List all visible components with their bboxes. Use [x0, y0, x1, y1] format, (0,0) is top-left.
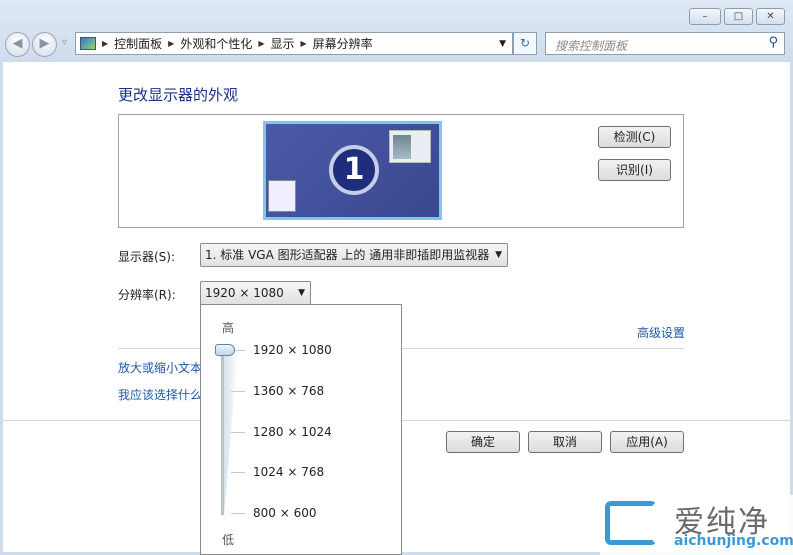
breadcrumb-display[interactable]: 显示: [271, 35, 295, 52]
detect-button[interactable]: 检测(C): [598, 126, 671, 148]
chevron-down-icon: ▼: [495, 250, 502, 260]
display-label: 显示器(S):: [118, 250, 176, 264]
display-select[interactable]: 1. 标准 VGA 图形适配器 上的 通用非即插即用监视器 ▼: [200, 243, 508, 267]
breadcrumb-appearance[interactable]: 外观和个性化: [180, 35, 252, 52]
back-button[interactable]: ◀: [5, 32, 30, 57]
watermark-url: aichunjing.com: [674, 533, 793, 549]
tick: [231, 432, 245, 433]
monitor-doc-icon: [268, 180, 296, 212]
breadcrumb-control-panel[interactable]: 控制面板: [114, 35, 162, 52]
text-size-link[interactable]: 放大或缩小文本: [118, 359, 202, 376]
resolution-select[interactable]: 1920 × 1080 ▼: [200, 281, 311, 305]
resolution-option[interactable]: 800 × 600: [253, 506, 317, 520]
maximize-button[interactable]: □: [724, 8, 753, 25]
tick: [231, 391, 245, 392]
low-label: 低: [222, 533, 235, 547]
search-icon[interactable]: ⚲: [768, 35, 778, 50]
help-choose-link[interactable]: 我应该选择什么: [118, 386, 202, 403]
cancel-button[interactable]: 取消: [528, 431, 602, 453]
minimize-button[interactable]: –: [689, 8, 721, 25]
monitor-1-thumbnail[interactable]: 1: [263, 121, 442, 220]
chevron-down-icon: ▼: [298, 288, 305, 298]
page-title: 更改显示器的外观: [118, 86, 239, 104]
slider-thumb[interactable]: [215, 344, 235, 356]
identify-button[interactable]: 识别(I): [598, 159, 671, 181]
resolution-option[interactable]: 1280 × 1024: [253, 425, 332, 439]
slider-track[interactable]: [221, 350, 224, 515]
close-button[interactable]: ✕: [756, 8, 785, 25]
resolution-label: 分辨率(R):: [118, 288, 176, 302]
advanced-settings-link[interactable]: 高级设置: [637, 324, 685, 341]
resolution-value: 1920 × 1080: [205, 286, 284, 300]
high-label: 高: [222, 321, 235, 335]
watermark-logo: 爱纯净 aichunjing.com: [600, 495, 793, 555]
resolution-option[interactable]: 1360 × 768: [253, 384, 324, 398]
resolution-popup: 高 1920 × 1080 1360 × 768 1280 × 1024 102…: [200, 304, 402, 555]
address-bar[interactable]: ▶ 控制面板 ▶ 外观和个性化 ▶ 显示 ▶ 屏幕分辨率 ▼: [75, 32, 513, 55]
forward-button[interactable]: ▶: [32, 32, 57, 57]
resolution-option[interactable]: 1920 × 1080: [253, 343, 332, 357]
address-dropdown-icon[interactable]: ▼: [499, 39, 506, 49]
breadcrumb-screen-resolution[interactable]: 屏幕分辨率: [313, 35, 373, 52]
refresh-button[interactable]: ↻: [513, 32, 537, 55]
search-placeholder: 搜索控制面板: [555, 39, 628, 53]
apply-button[interactable]: 应用(A): [610, 431, 684, 453]
monitor-number-badge: 1: [329, 145, 379, 195]
watermark-logo-icon: [605, 501, 657, 545]
control-panel-icon: [80, 37, 96, 50]
ok-button[interactable]: 确定: [446, 431, 520, 453]
resolution-option[interactable]: 1024 × 768: [253, 465, 324, 479]
monitor-window-icon: [389, 130, 431, 163]
tick: [231, 513, 245, 514]
recent-pages-dropdown[interactable]: ▿: [62, 37, 67, 48]
tick: [231, 472, 245, 473]
display-value: 1. 标准 VGA 图形适配器 上的 通用非即插即用监视器: [205, 248, 490, 262]
search-input[interactable]: 搜索控制面板 ⚲: [545, 32, 785, 55]
